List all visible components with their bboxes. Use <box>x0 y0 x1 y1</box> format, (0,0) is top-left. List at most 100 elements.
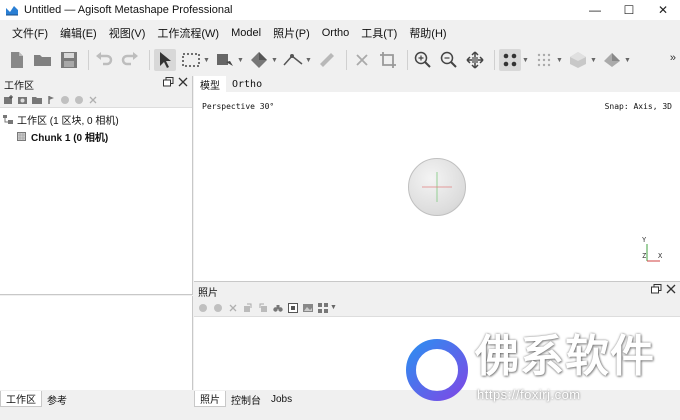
photo-thumbnail-icon[interactable] <box>303 303 313 313</box>
delete-selection-button[interactable] <box>351 49 373 71</box>
model-shaded-button[interactable] <box>567 49 589 71</box>
menu-view[interactable]: 视图(V) <box>103 25 152 41</box>
chevron-down-icon[interactable]: ▼ <box>203 57 211 64</box>
chevron-down-icon[interactable]: ▼ <box>590 57 598 64</box>
reset-view-button[interactable] <box>464 49 486 71</box>
metashape-app-icon <box>5 4 19 16</box>
add-marker-icon[interactable] <box>46 95 56 105</box>
title-bar: Untitled — Agisoft Metashape Professiona… <box>0 0 680 20</box>
menu-file[interactable]: 文件(F) <box>6 25 54 41</box>
watermark-logo <box>406 339 468 401</box>
enable-icon[interactable] <box>74 95 84 105</box>
enable-camera-icon[interactable] <box>198 303 208 313</box>
tab-console[interactable]: 控制台 <box>226 391 266 407</box>
tiled-model-icon <box>604 53 620 67</box>
tree-item-label: Chunk 1 (0 相机) <box>31 133 109 144</box>
rotate-left-icon[interactable] <box>243 303 253 313</box>
view-tabs: 模型 Ortho <box>194 76 680 92</box>
menu-photos[interactable]: 照片(P) <box>267 25 316 41</box>
add-photos-icon[interactable] <box>18 95 28 105</box>
maximize-button[interactable]: ☐ <box>612 0 646 20</box>
floppy-disk-icon <box>61 52 77 68</box>
chevron-down-icon[interactable]: ▼ <box>305 57 313 64</box>
workspace-tree: 工作区 (1 区块, 0 相机) Chunk 1 (0 相机) <box>0 108 192 145</box>
rotate-object-icon <box>251 52 267 68</box>
redo-icon <box>121 52 138 66</box>
float-panel-icon[interactable] <box>651 284 662 297</box>
point-cloud-button[interactable] <box>499 49 521 71</box>
undo-button[interactable] <box>93 49 115 71</box>
chevron-down-icon[interactable]: ▼ <box>624 57 632 64</box>
save-button[interactable] <box>58 49 80 71</box>
draw-polyline-button[interactable] <box>282 49 304 71</box>
snap-readout: Snap: Axis, 3D <box>604 102 672 111</box>
ruler-button[interactable] <box>316 49 338 71</box>
photos-panel-header: 照片 <box>194 283 680 299</box>
main-toolbar: ▼ ▼ ▼ ▼ ▼ ▼ ▼ ▼ » <box>0 46 680 74</box>
model-viewport[interactable]: Perspective 30° Snap: Axis, 3D Y Z X <box>194 92 680 282</box>
float-panel-icon[interactable] <box>163 77 174 90</box>
dense-cloud-button[interactable] <box>533 49 555 71</box>
chevron-down-icon[interactable]: ▼ <box>271 57 279 64</box>
delete-x-icon <box>356 54 368 66</box>
new-document-icon <box>11 52 23 68</box>
tab-workspace[interactable]: 工作区 <box>0 391 42 407</box>
zoom-out-icon <box>440 51 457 68</box>
remove-icon[interactable] <box>88 95 98 105</box>
dots-grid-icon <box>503 53 517 67</box>
select-mask-icon[interactable] <box>288 302 298 313</box>
remove-camera-icon[interactable] <box>228 303 238 313</box>
resize-region-button[interactable] <box>214 49 236 71</box>
menu-help[interactable]: 帮助(H) <box>403 25 452 41</box>
left-bottom-tabs: 工作区 参考 <box>0 390 193 408</box>
menu-workflow[interactable]: 工作流程(W) <box>151 25 225 41</box>
chevron-down-icon[interactable]: ▼ <box>330 304 338 311</box>
minimize-button[interactable]: — <box>578 0 612 20</box>
crop-selection-button[interactable] <box>377 49 399 71</box>
view-mode-icon[interactable] <box>318 302 328 313</box>
toolbar-separator <box>494 50 495 70</box>
binoculars-icon[interactable] <box>273 303 283 313</box>
tab-ortho[interactable]: Ortho <box>226 76 268 92</box>
add-chunk-icon[interactable] <box>4 94 14 105</box>
close-button[interactable]: ✕ <box>646 0 680 20</box>
disable-camera-icon[interactable] <box>213 303 223 313</box>
tiled-model-button[interactable] <box>601 49 623 71</box>
menu-bar: 文件(F) 编辑(E) 视图(V) 工作流程(W) Model 照片(P) Or… <box>0 24 680 42</box>
toolbar-overflow-chevron[interactable]: » <box>670 52 676 64</box>
tab-model[interactable]: 模型 <box>194 76 226 92</box>
rectangle-selection-button[interactable] <box>180 49 202 71</box>
chevron-down-icon[interactable]: ▼ <box>556 57 564 64</box>
menu-edit[interactable]: 编辑(E) <box>54 25 103 41</box>
tree-item-workspace[interactable]: 工作区 (1 区块, 0 相机) <box>0 111 192 128</box>
rotate-object-button[interactable] <box>248 49 270 71</box>
tab-reference[interactable]: 参考 <box>42 391 72 407</box>
toolbar-separator <box>149 50 150 70</box>
tree-item-label: 工作区 (1 区块, 0 相机) <box>17 116 119 127</box>
navigation-tool-button[interactable] <box>154 49 176 71</box>
menu-ortho[interactable]: Ortho <box>316 27 356 39</box>
move-arrows-icon <box>466 51 484 69</box>
rotate-right-icon[interactable] <box>258 303 268 313</box>
zoom-in-button[interactable] <box>412 49 434 71</box>
zoom-out-button[interactable] <box>438 49 460 71</box>
menu-model[interactable]: Model <box>225 27 267 39</box>
axis-indicator: Y Z X <box>642 236 666 266</box>
cursor-arrow-icon <box>160 52 171 68</box>
disable-icon[interactable] <box>60 95 70 105</box>
shaded-model-icon <box>570 52 586 68</box>
tab-photos[interactable]: 照片 <box>194 391 226 407</box>
chevron-down-icon[interactable]: ▼ <box>237 57 245 64</box>
add-folder-icon[interactable] <box>32 95 42 105</box>
tree-item-chunk[interactable]: Chunk 1 (0 相机) <box>0 128 192 145</box>
chevron-down-icon[interactable]: ▼ <box>522 57 530 64</box>
menu-tools[interactable]: 工具(T) <box>355 25 403 41</box>
close-panel-icon[interactable] <box>666 284 676 297</box>
redo-button[interactable] <box>119 49 141 71</box>
trackball-sphere[interactable] <box>408 158 466 216</box>
open-folder-button[interactable] <box>32 49 54 71</box>
tab-jobs[interactable]: Jobs <box>266 391 297 407</box>
workspace-tree-icon <box>3 115 13 124</box>
new-document-button[interactable] <box>6 49 28 71</box>
close-panel-icon[interactable] <box>178 77 188 90</box>
